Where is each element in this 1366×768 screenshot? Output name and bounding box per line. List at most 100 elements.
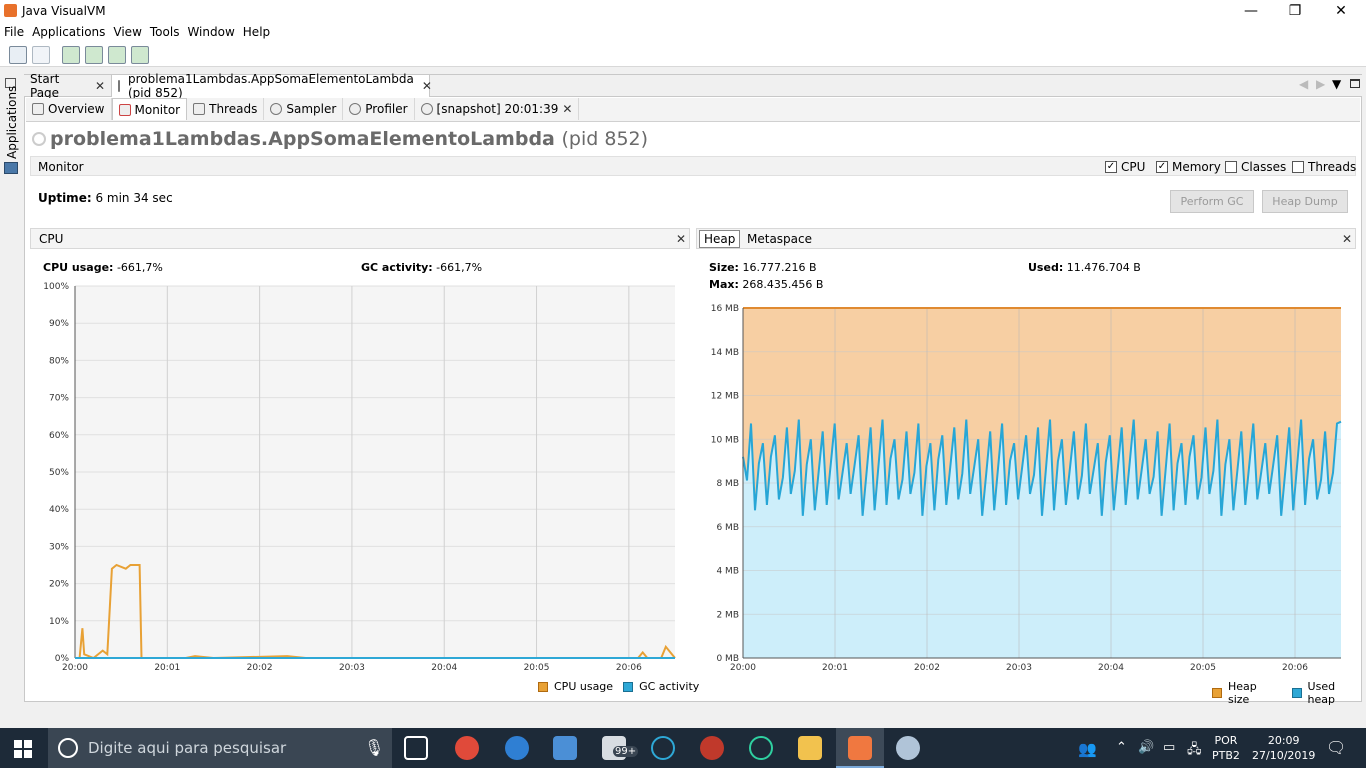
tab-threads[interactable]: Threads: [187, 98, 265, 120]
add-jmx-connection-icon[interactable]: [62, 46, 80, 64]
classes-checkbox[interactable]: Classes: [1225, 160, 1286, 174]
clock[interactable]: 20:09 27/10/2019: [1252, 733, 1315, 763]
threads-checkbox[interactable]: Threads: [1292, 160, 1356, 174]
tab-metaspace[interactable]: Metaspace: [747, 232, 812, 246]
cpu-chart-legend: CPU usage GC activity: [538, 680, 699, 693]
tab-app-process[interactable]: problema1Lambdas.AppSomaElementoLambda (…: [112, 72, 432, 100]
windows-start-icon[interactable]: [14, 740, 32, 758]
y-tick-label: 6 MB: [716, 523, 739, 533]
tab-snapshot[interactable]: [snapshot] 20:01:39 ✕: [415, 98, 580, 120]
restore-button[interactable]: ❐: [1272, 0, 1318, 22]
heap-panel-header: Heap Metaspace ✕: [696, 228, 1356, 249]
tab-scroll-left-icon[interactable]: ◀: [1299, 77, 1308, 91]
java-visualvm-icon: [4, 4, 17, 17]
load-snapshot-icon[interactable]: [9, 46, 27, 64]
show-hidden-icons-icon[interactable]: ⌃: [1116, 740, 1127, 755]
app-teal-icon[interactable]: [749, 736, 773, 760]
status-circle-icon: [32, 132, 46, 146]
microphone-icon[interactable]: 🎙: [364, 738, 384, 757]
task-view-icon[interactable]: [404, 736, 428, 760]
notifications-icon[interactable]: 🗨: [1326, 738, 1346, 757]
y-tick-label: 16 MB: [711, 304, 739, 314]
x-tick-label: 20:05: [1190, 663, 1216, 673]
tab-profiler[interactable]: Profiler: [343, 98, 415, 120]
close-button[interactable]: ✕: [1318, 0, 1364, 22]
x-tick-label: 20:05: [524, 663, 550, 673]
x-tick-label: 20:00: [62, 663, 88, 673]
perform-gc-button[interactable]: Perform GC: [1170, 190, 1254, 213]
tab-sampler[interactable]: Sampler: [264, 98, 344, 120]
menu-view[interactable]: View: [109, 22, 145, 43]
x-tick-label: 20:06: [616, 663, 642, 673]
add-vm-coredump-icon[interactable]: [108, 46, 126, 64]
chrome-icon[interactable]: [455, 736, 479, 760]
taskbar-search-input[interactable]: Digite aqui para pesquisar: [48, 728, 392, 768]
heap-max-readout: Max: 268.435.456 B: [709, 278, 824, 291]
y-tick-label: 8 MB: [716, 479, 739, 489]
menu-tools[interactable]: Tools: [146, 22, 184, 43]
app-pid: (pid 852): [561, 128, 649, 150]
network-icon[interactable]: 🖧: [1187, 740, 1202, 762]
tab-scroll-right-icon[interactable]: ▶: [1316, 77, 1325, 91]
y-tick-label: 100%: [43, 282, 69, 292]
close-icon[interactable]: ✕: [562, 102, 572, 116]
view-tabs: Overview Monitor Threads Sampler Profile…: [26, 98, 1360, 122]
title-bar: Java VisualVM — ❐ ✕: [0, 0, 1366, 22]
search-icon: [58, 738, 78, 758]
eclipse-icon[interactable]: [651, 736, 675, 760]
cpu-checkbox[interactable]: ✓ CPU: [1105, 160, 1145, 174]
maximize-editor-icon[interactable]: [1350, 79, 1360, 88]
gc-activity-readout: GC activity: -661,7%: [361, 261, 483, 274]
people-icon[interactable]: 👥: [1078, 740, 1097, 758]
applications-icon[interactable]: [4, 162, 18, 174]
volume-icon[interactable]: 🔊: [1138, 740, 1154, 755]
tab-overview[interactable]: Overview: [26, 98, 112, 120]
toolbar: [0, 43, 1366, 67]
language-indicator[interactable]: POR PTB2: [1212, 733, 1240, 763]
paint-icon[interactable]: [896, 736, 920, 760]
tab-monitor[interactable]: Monitor: [111, 98, 188, 120]
tab-list-dropdown-icon[interactable]: ▼: [1332, 77, 1341, 91]
heap-dump-button[interactable]: Heap Dump: [1262, 190, 1348, 213]
visualvm-icon: [848, 736, 872, 760]
window-title: Java VisualVM: [22, 4, 106, 18]
menu-help[interactable]: Help: [239, 22, 274, 43]
y-tick-label: 60%: [49, 431, 69, 441]
memory-checkbox[interactable]: ✓ Memory: [1156, 160, 1221, 174]
close-icon[interactable]: ✕: [95, 79, 105, 93]
threads-icon: [193, 103, 206, 115]
tab-start-page[interactable]: Start Page ✕: [24, 72, 112, 100]
close-icon[interactable]: ✕: [1342, 232, 1352, 246]
close-icon[interactable]: ✕: [676, 232, 686, 246]
close-icon[interactable]: ✕: [422, 79, 432, 93]
x-tick-label: 20:01: [154, 663, 180, 673]
applications-side-tab[interactable]: Applications: [5, 86, 19, 159]
store-icon[interactable]: [553, 736, 577, 760]
y-tick-label: 70%: [49, 394, 69, 404]
battery-icon[interactable]: ▭: [1163, 740, 1175, 755]
minimize-button[interactable]: —: [1228, 0, 1274, 22]
x-tick-label: 20:00: [730, 663, 756, 673]
edge-icon[interactable]: [505, 736, 529, 760]
checkmark-icon: ✓: [1156, 161, 1168, 173]
checkmark-icon: ✓: [1105, 161, 1117, 173]
menu-bar: File Applications View Tools Window Help: [0, 22, 1366, 43]
add-remote-host-icon[interactable]: [85, 46, 103, 64]
tab-heap[interactable]: Heap: [699, 230, 741, 248]
add-snapshot-icon[interactable]: [131, 46, 149, 64]
y-tick-label: 4 MB: [716, 567, 739, 577]
cpu-chart: 0%10%20%30%40%50%60%70%80%90%100%20:00 20…: [43, 282, 676, 673]
file-explorer-icon[interactable]: [798, 736, 822, 760]
java-app-icon: [118, 80, 120, 92]
app-red-icon[interactable]: [700, 736, 724, 760]
save-icon[interactable]: [32, 46, 50, 64]
used-heap-swatch: [1291, 688, 1302, 698]
menu-window[interactable]: Window: [183, 22, 238, 43]
menu-applications[interactable]: Applications: [28, 22, 109, 43]
y-tick-label: 2 MB: [716, 610, 739, 620]
document-tabs: Start Page ✕ problema1Lambdas.AppSomaEle…: [24, 72, 1362, 100]
heap-size-swatch: [1212, 688, 1222, 698]
x-tick-label: 20:04: [1098, 663, 1124, 673]
menu-file[interactable]: File: [0, 22, 28, 43]
heap-chart: 0 MB2 MB4 MB6 MB8 MB10 MB12 MB14 MB16 MB…: [711, 304, 1342, 673]
